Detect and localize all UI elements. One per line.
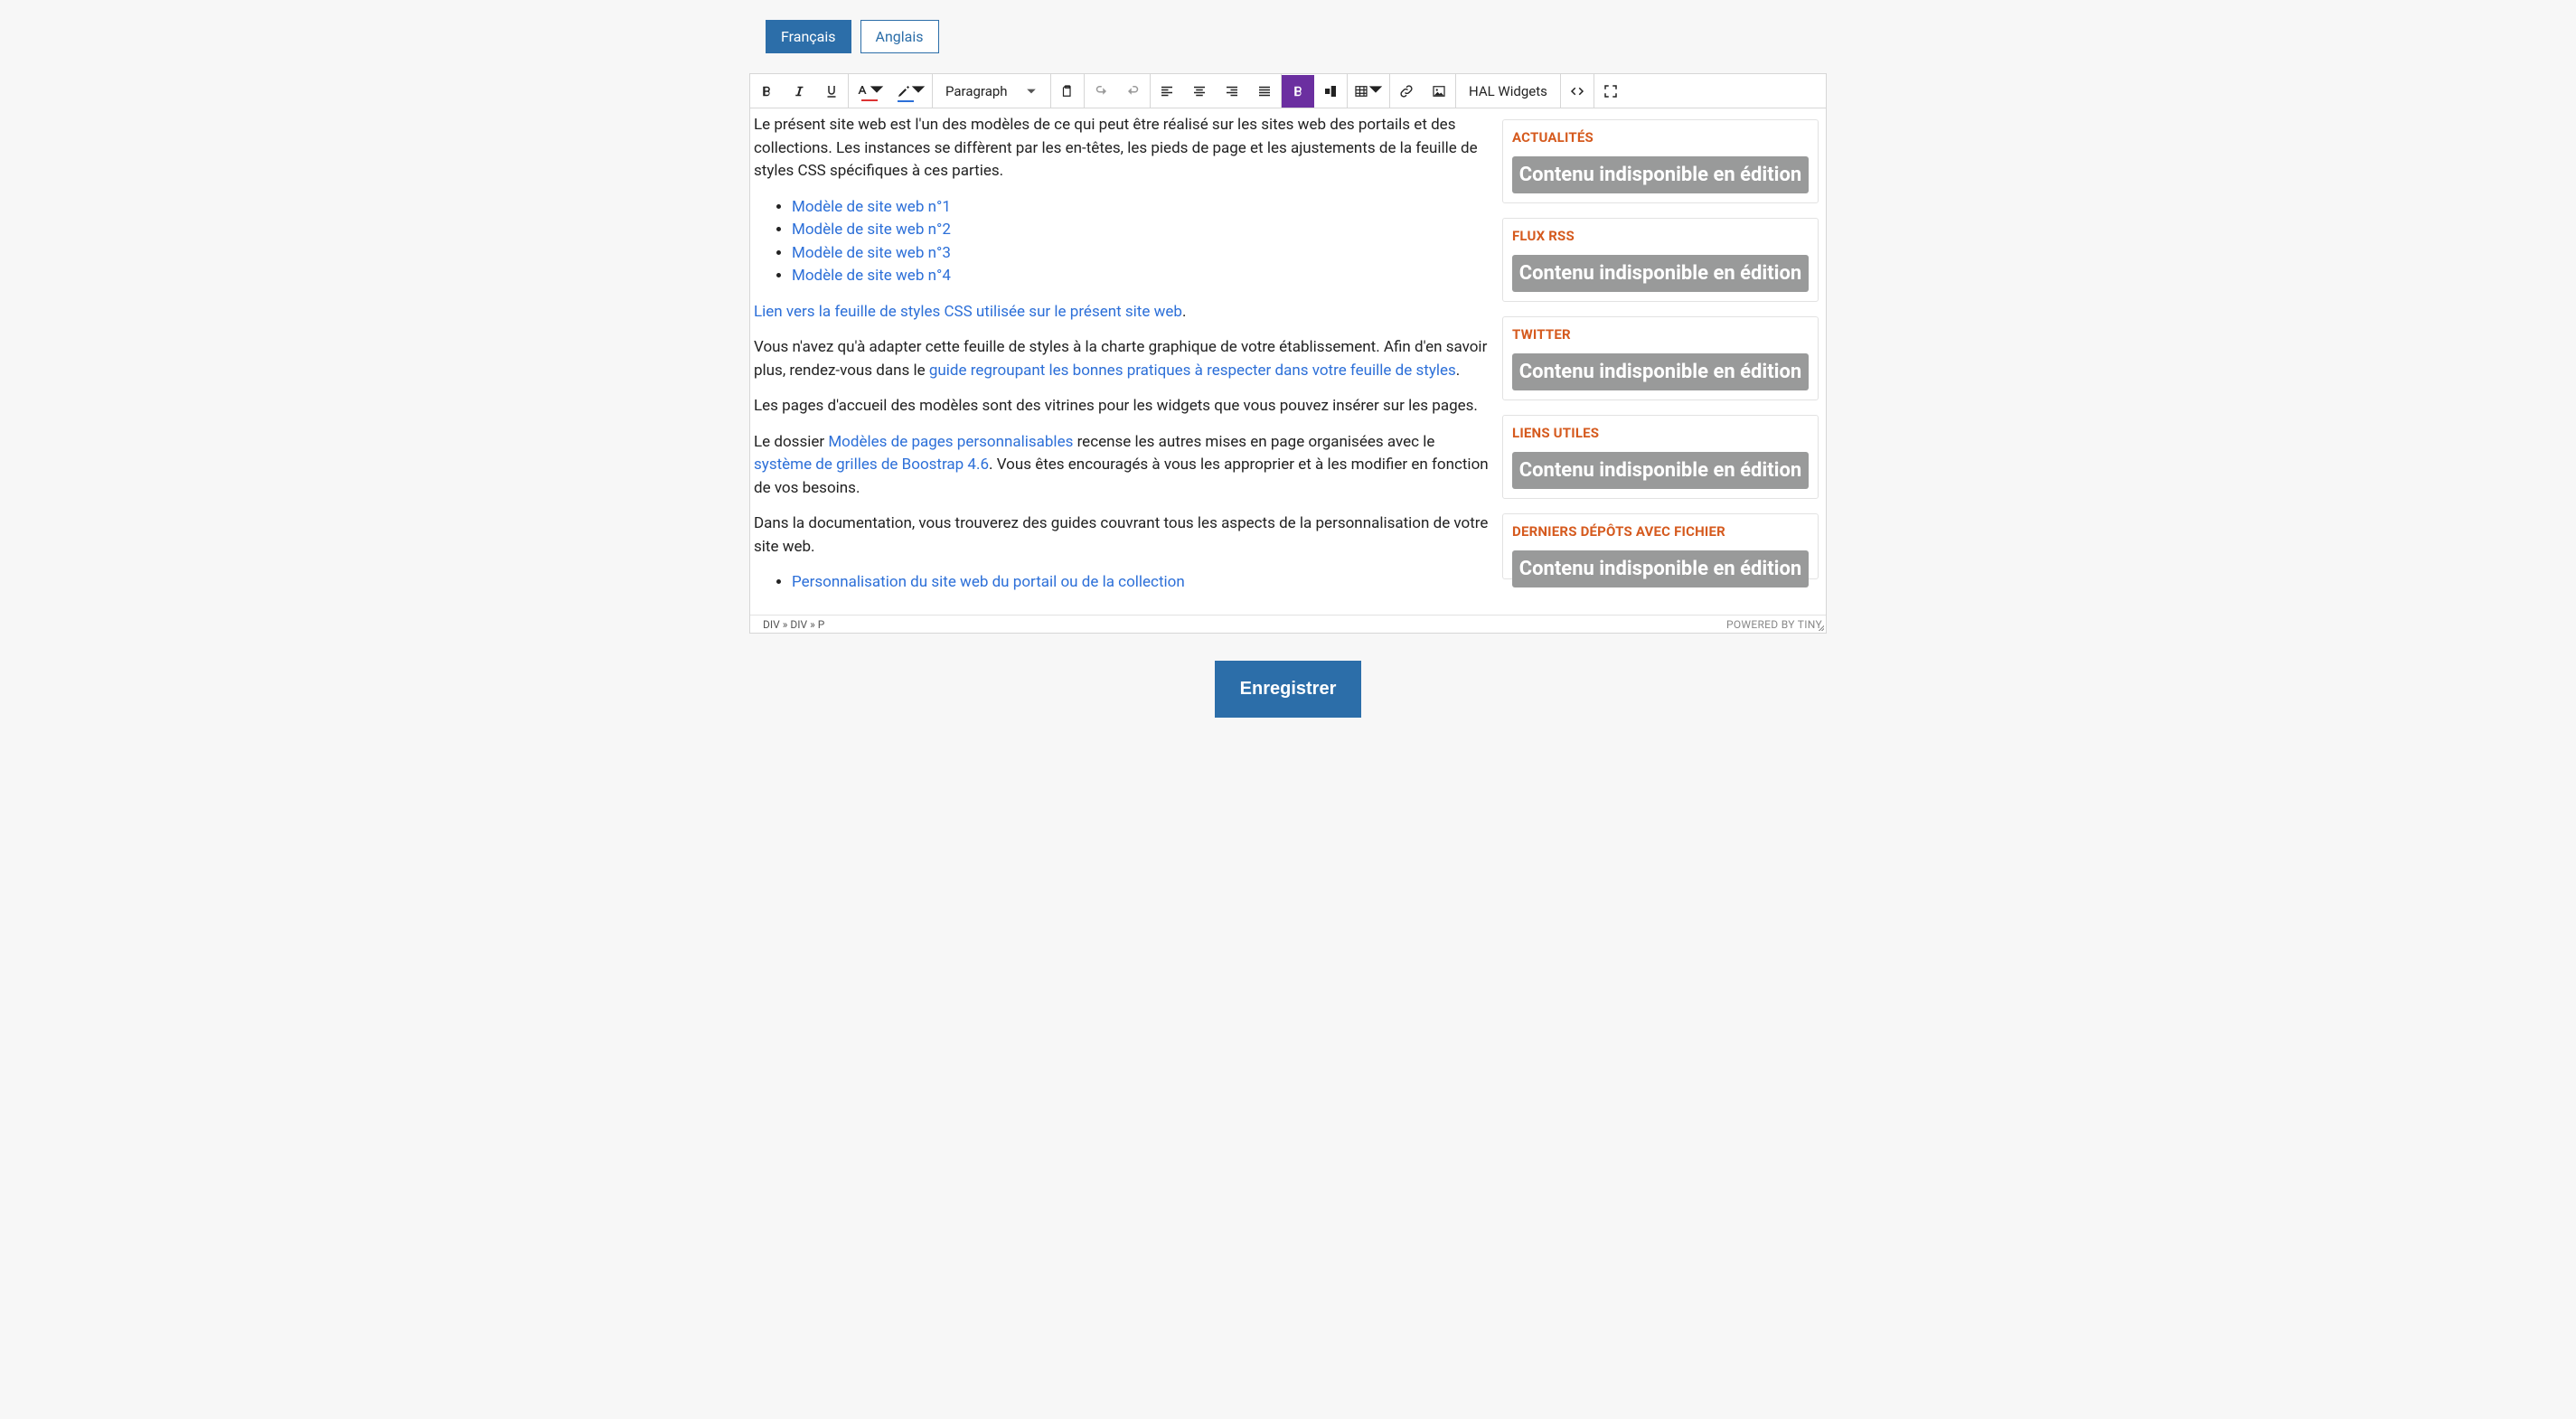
align-right-button[interactable] [1216, 75, 1248, 108]
align-center-button[interactable] [1183, 75, 1216, 108]
widget-news: ACTUALITÉS Contenu indisponible en éditi… [1502, 119, 1819, 203]
guide-link[interactable]: guide regroupant les bonnes pratiques à … [929, 362, 1456, 380]
widget-recent: DERNIERS DÉPÔTS AVEC FICHIER Contenu ind… [1502, 513, 1819, 579]
content-paragraph: Le dossier Modèles de pages personnalisa… [750, 431, 1493, 501]
italic-button[interactable] [783, 75, 815, 108]
editor-statusbar: DIV » DIV » P POWERED BY TINY [750, 615, 1826, 633]
text-color-button[interactable] [849, 75, 890, 108]
source-code-button[interactable] [1561, 75, 1594, 108]
editor-toolbar: Paragraph [750, 74, 1826, 108]
content-paragraph: Le présent site web est l'un des modèles… [750, 114, 1493, 183]
table-button[interactable] [1348, 75, 1389, 108]
widget-unavailable: Contenu indisponible en édition [1512, 452, 1809, 489]
content-paragraph: Dans la documentation, vous trouverez de… [750, 512, 1493, 559]
underline-button[interactable] [815, 75, 848, 108]
model-link[interactable]: Modèle de site web n°1 [792, 198, 951, 216]
bootstrap-link[interactable]: système de grilles de Boostrap 4.6 [754, 456, 989, 474]
content-paragraph: Lien vers la feuille de styles CSS utili… [750, 301, 1493, 324]
widget-unavailable: Contenu indisponible en édition [1512, 353, 1809, 390]
bold-format-button[interactable] [1282, 75, 1314, 108]
powered-by: POWERED BY TINY [1726, 618, 1822, 631]
widget-title: DERNIERS DÉPÔTS AVEC FICHIER [1512, 523, 1809, 540]
fullscreen-button[interactable] [1594, 75, 1627, 108]
tab-francais[interactable]: Français [766, 20, 851, 53]
model-list: Modèle de site web n°1 Modèle de site we… [750, 196, 1493, 288]
align-justify-button[interactable] [1248, 75, 1281, 108]
hal-widgets-button[interactable]: HAL Widgets [1456, 83, 1560, 99]
widget-title: TWITTER [1512, 326, 1809, 343]
widget-twitter: TWITTER Contenu indisponible en édition [1502, 316, 1819, 400]
widget-title: FLUX RSS [1512, 228, 1809, 244]
element-path[interactable]: DIV » DIV » P [763, 618, 824, 631]
bold-button[interactable] [750, 75, 783, 108]
resize-handle-icon[interactable] [1815, 622, 1826, 633]
docs-link[interactable]: Personnalisation du site web du portail … [792, 573, 1185, 591]
undo-button[interactable] [1085, 75, 1117, 108]
language-tabs: Français Anglais [766, 20, 1827, 53]
widget-links: LIENS UTILES Contenu indisponible en édi… [1502, 415, 1819, 499]
widget-title: LIENS UTILES [1512, 425, 1809, 441]
css-link[interactable]: Lien vers la feuille de styles CSS utili… [754, 303, 1182, 321]
rich-text-editor: Paragraph [749, 73, 1827, 634]
blockquote-button[interactable] [1314, 75, 1347, 108]
block-format-label: Paragraph [945, 83, 1008, 99]
image-button[interactable] [1423, 75, 1455, 108]
widget-title: ACTUALITÉS [1512, 129, 1809, 146]
link-button[interactable] [1390, 75, 1423, 108]
widget-rss: FLUX RSS Contenu indisponible en édition [1502, 218, 1819, 302]
widget-unavailable: Contenu indisponible en édition [1512, 550, 1809, 587]
paste-button[interactable] [1051, 75, 1084, 108]
save-button[interactable]: Enregistrer [1215, 661, 1362, 718]
tab-anglais[interactable]: Anglais [860, 20, 939, 53]
model-link[interactable]: Modèle de site web n°3 [792, 244, 951, 262]
model-link[interactable]: Modèle de site web n°2 [792, 221, 951, 239]
block-format-select[interactable]: Paragraph [933, 83, 1050, 99]
editor-content[interactable]: Le présent site web est l'un des modèles… [750, 108, 1493, 615]
content-paragraph: Les pages d'accueil des modèles sont des… [750, 395, 1493, 418]
content-paragraph: Vous n'avez qu'à adapter cette feuille d… [750, 336, 1493, 382]
highlight-color-button[interactable] [890, 75, 932, 108]
align-left-button[interactable] [1151, 75, 1183, 108]
redo-button[interactable] [1117, 75, 1150, 108]
docs-list: Personnalisation du site web du portail … [750, 571, 1493, 595]
widget-unavailable: Contenu indisponible en édition [1512, 255, 1809, 292]
widget-column: ACTUALITÉS Contenu indisponible en éditi… [1493, 108, 1826, 615]
widget-unavailable: Contenu indisponible en édition [1512, 156, 1809, 193]
model-link[interactable]: Modèle de site web n°4 [792, 267, 951, 285]
templates-link[interactable]: Modèles de pages personnalisables [828, 433, 1073, 451]
